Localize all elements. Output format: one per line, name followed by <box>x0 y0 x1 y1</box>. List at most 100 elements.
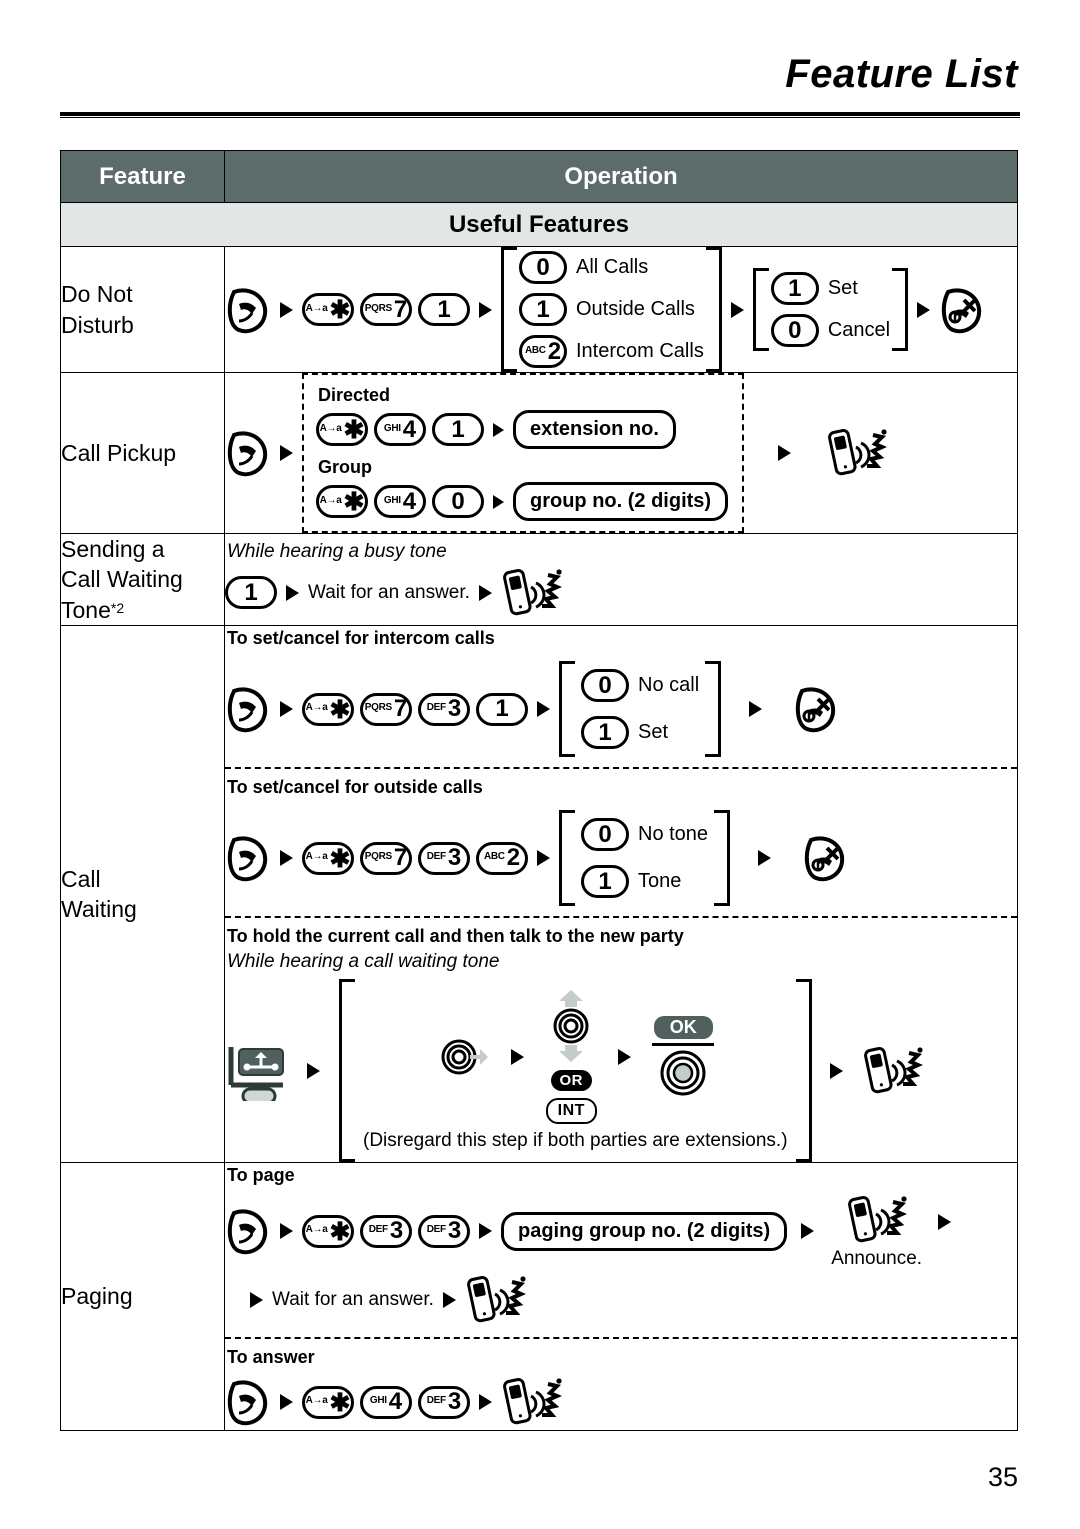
arrow-icon <box>280 850 293 867</box>
arrow-icon <box>917 301 931 318</box>
int-key: INT <box>545 1098 597 1125</box>
arrow-icon <box>537 850 550 867</box>
option-tone: 1 Tone <box>581 865 708 899</box>
talk-key-icon <box>225 683 271 735</box>
key-4: GHI 4 <box>374 413 426 446</box>
block-heading-intercom: To set/cancel for intercom calls <box>227 628 495 649</box>
hold-step-group: OR INT OK (Disregard this step if both p… <box>339 979 812 1163</box>
key-star: A→a ✱ <box>302 692 354 726</box>
key-2: ABC 2 <box>476 841 528 875</box>
option-label: Intercom Calls <box>576 340 704 362</box>
operation-call-pickup: Directed A→a ✱ GHI 4 1 extension no. Group… <box>224 372 1018 534</box>
feature-line: Do Not <box>61 281 133 308</box>
feature-line: Tone <box>61 596 111 623</box>
option-label: No call <box>638 674 700 697</box>
disregard-note: (Disregard this step if both parties are… <box>363 1130 788 1152</box>
arrow-icon <box>618 1048 632 1065</box>
divider <box>225 1337 1017 1340</box>
feature-name-call-pickup: Call Pickup <box>60 372 225 534</box>
table-row: Call Pickup Directed A→a ✱ GHI 4 1 exten… <box>60 372 1018 534</box>
feature-name-sending-call-waiting-tone: Sending a Call Waiting Tone*2 <box>60 532 225 627</box>
talk-announce-icon <box>501 1374 563 1430</box>
option-cancel: 0 Cancel <box>770 314 891 347</box>
talk-announce-icon <box>465 1272 527 1328</box>
option-label: All Calls <box>576 256 649 278</box>
arrow-icon <box>442 1292 456 1309</box>
variant-label-group: Group <box>318 457 372 477</box>
navigator-right-icon <box>436 1035 490 1079</box>
wait-text: Wait for an answer. <box>308 581 470 603</box>
key-1: 1 <box>581 716 629 750</box>
block-heading-to-page: To page <box>227 1165 295 1186</box>
key-0: 0 <box>519 251 567 284</box>
arrow-icon <box>758 850 772 867</box>
arrow-icon <box>479 301 492 318</box>
divider <box>225 916 1017 919</box>
hold-softkey-icon <box>225 1041 291 1101</box>
option-group-outside: 0 No tone 1 Tone <box>559 810 731 907</box>
option-group-intercom: 0 No call 1 Set <box>559 661 722 758</box>
feature-name-paging: Paging <box>60 1162 225 1432</box>
talk-announce-icon <box>501 565 563 621</box>
key-1: 1 <box>432 413 484 446</box>
option-no-call: 0 No call <box>581 669 700 703</box>
section-band-label: Useful Features <box>60 202 1018 247</box>
footnote-marker: *2 <box>110 599 125 616</box>
arrow-icon <box>286 584 299 601</box>
table-row: Call Waiting To set/cancel for intercom … <box>60 625 1018 1164</box>
talk-key-icon <box>225 832 271 884</box>
arrow-icon <box>493 422 504 437</box>
off-hook-end-key-icon <box>802 832 848 884</box>
feature-line: Disturb <box>61 311 134 338</box>
header-operation: Operation <box>224 150 1018 203</box>
feature-line: Call <box>61 865 101 892</box>
key-3: DEF 3 <box>418 692 470 726</box>
condition-text: While hearing a busy tone <box>227 540 447 562</box>
key-1: 1 <box>418 293 470 326</box>
feature-line: Paging <box>61 1283 133 1310</box>
arrow-icon <box>280 1394 293 1411</box>
operation-paging: To page A→a ✱ DEF 3 DEF 3 paging group n… <box>224 1162 1018 1432</box>
feature-table: Feature Operation Useful Features Do Not… <box>60 150 1018 1432</box>
arrow-icon <box>730 301 744 318</box>
pickup-variants-box: Directed A→a ✱ GHI 4 1 extension no. Group… <box>302 373 745 533</box>
key-star: A→a ✱ <box>316 413 368 446</box>
key-3: DEF 3 <box>360 1214 412 1248</box>
input-extension-no: extension no. <box>513 410 676 449</box>
feature-line: Waiting <box>61 896 137 923</box>
talk-key-icon <box>225 1205 271 1257</box>
arrow-icon <box>778 445 792 461</box>
key-3: DEF 3 <box>418 841 470 875</box>
key-4: GHI 4 <box>360 1385 412 1419</box>
wait-text: Wait for an answer. <box>272 1289 434 1311</box>
navigator-up-down-icon <box>545 989 597 1063</box>
operation-do-not-disturb: A→a ✱ PQRS 7 1 0 All Calls 1 Outside Cal… <box>224 246 1018 373</box>
input-paging-group-no: paging group no. (2 digits) <box>501 1211 788 1251</box>
table-row: Paging To page A→a ✱ DEF 3 DEF 3 paging … <box>60 1162 1018 1432</box>
key-star: A→a ✱ <box>316 485 368 518</box>
divider <box>225 767 1017 770</box>
option-label: Outside Calls <box>576 298 695 320</box>
arrow-icon <box>511 1048 525 1065</box>
talk-announce-icon <box>862 1043 924 1099</box>
key-star: A→a ✱ <box>302 1214 354 1248</box>
option-set: 1 Set <box>770 272 890 305</box>
arrow-icon <box>829 1062 843 1079</box>
option-label: Cancel <box>827 319 891 341</box>
key-star: A→a ✱ <box>302 841 354 875</box>
arrow-icon <box>307 1062 320 1079</box>
feature-line: Call Pickup <box>61 439 177 466</box>
arrow-icon <box>280 1223 293 1240</box>
table-header-row: Feature Operation <box>60 150 1018 203</box>
off-hook-end-key-icon <box>793 683 839 735</box>
input-group-no: group no. (2 digits) <box>513 482 729 521</box>
block-heading-hold: To hold the current call and then talk t… <box>227 926 684 947</box>
key-3: DEF 3 <box>418 1385 470 1419</box>
off-hook-end-key-icon <box>939 284 985 336</box>
arrow-icon <box>479 1223 492 1240</box>
arrow-icon <box>801 1223 815 1240</box>
talk-announce-icon <box>826 425 888 481</box>
talk-key-icon <box>225 1376 271 1428</box>
or-badge: OR <box>550 1070 593 1092</box>
arrow-icon <box>250 1292 263 1309</box>
